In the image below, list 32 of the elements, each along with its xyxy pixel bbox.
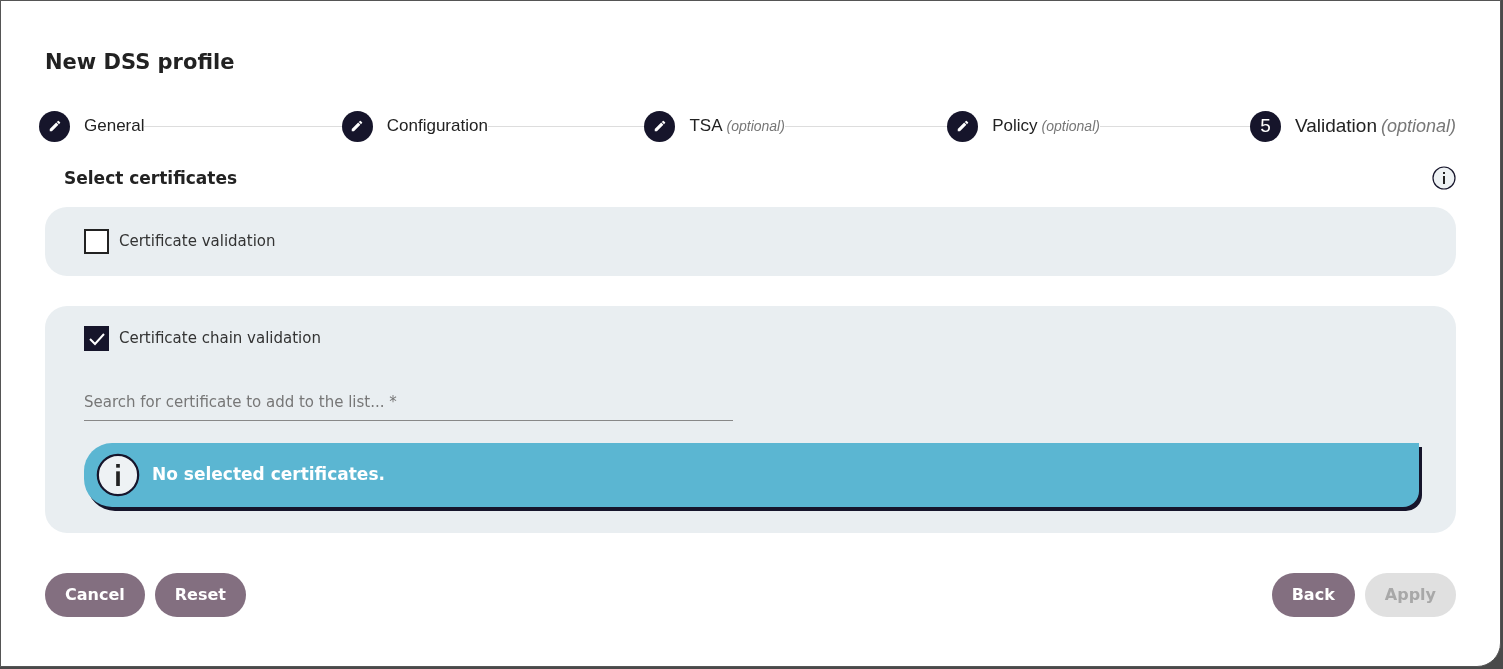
step-label: General: [84, 115, 145, 138]
pencil-icon: [955, 119, 970, 133]
step[interactable]: Configuration: [341, 110, 488, 142]
step-label: TSA: [689, 115, 723, 138]
checkbox[interactable]: [84, 326, 109, 351]
pencil-icon: [350, 119, 365, 133]
step-number-badge: 5: [1249, 110, 1281, 142]
step-label: Configuration: [386, 115, 488, 138]
dialog-title: New DSS profile: [45, 49, 236, 76]
checkbox[interactable]: [84, 229, 109, 254]
search-field[interactable]: Search for certificate to add to the list... *: [84, 391, 733, 421]
step-label: Policy: [992, 115, 1038, 138]
pencil-icon: [652, 119, 667, 133]
info-icon: [96, 452, 140, 497]
info-icon: [1432, 166, 1456, 191]
checkbox-label: Certificate validation: [119, 231, 276, 253]
action-button[interactable]: Reset: [154, 572, 246, 617]
step[interactable]: 5 Validation (optional): [1249, 110, 1457, 142]
action-button[interactable]: Cancel: [45, 572, 145, 617]
step-label: Validation: [1294, 113, 1377, 138]
pencil-icon: [47, 119, 62, 133]
step[interactable]: Policy (optional): [947, 110, 1100, 142]
step-note: (optional): [1381, 114, 1457, 138]
check-icon: [87, 331, 106, 346]
step[interactable]: TSA (optional): [644, 110, 785, 142]
step-note: (optional): [1041, 117, 1100, 137]
notice-text: No selected certificates.: [152, 462, 385, 486]
action-button[interactable]: Back: [1271, 572, 1355, 617]
step-note: (optional): [726, 117, 785, 137]
section-title: Select certificates: [64, 166, 238, 190]
step[interactable]: General: [39, 110, 145, 142]
checkbox-label: Certificate chain validation: [119, 328, 321, 350]
